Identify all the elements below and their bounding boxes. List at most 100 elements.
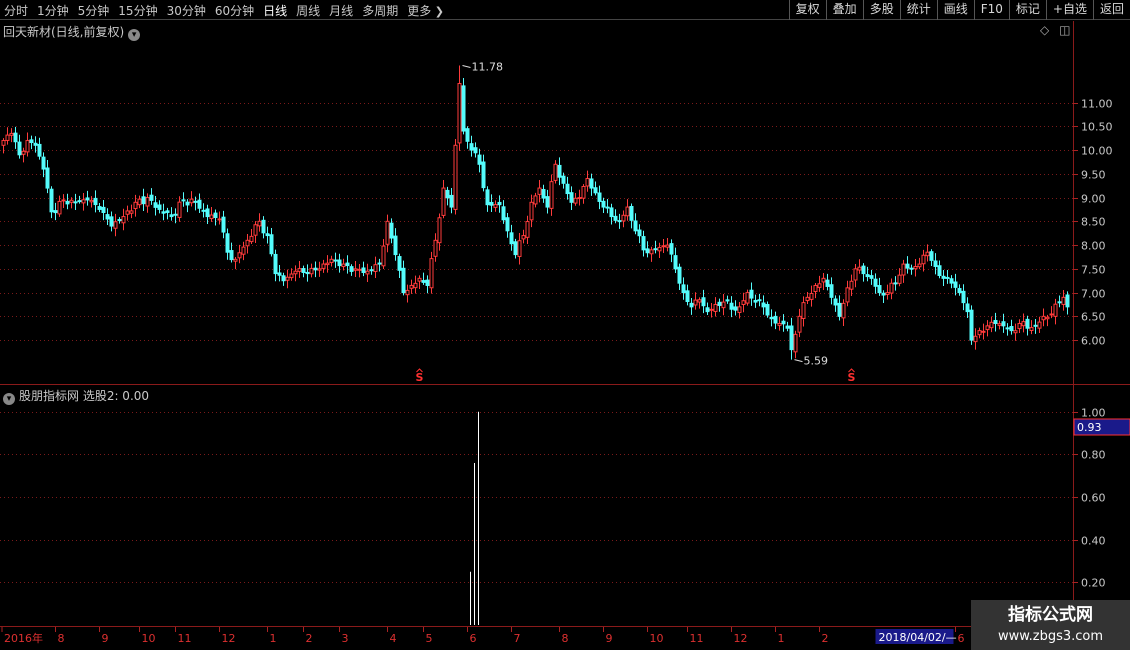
signal-mark: S [416, 371, 424, 384]
window-toggle-icon[interactable]: ◫ [1059, 23, 1070, 37]
mark-button[interactable]: 标记 [1008, 0, 1046, 20]
price-annotation-label: 11.78 [472, 60, 504, 73]
candle-body [977, 330, 982, 336]
overlay-button[interactable]: 叠加 [825, 0, 863, 20]
candle-body [989, 321, 994, 329]
candle-body [513, 241, 518, 256]
candle-body [913, 265, 918, 270]
candle-body [169, 214, 174, 218]
price-axis-label: 11.00 [1081, 98, 1113, 111]
candle-body [721, 301, 726, 309]
chart-area[interactable]: 6.00 6.50 7.00 7.50 8.00 8.50 9.00 9.50 10.00 10.… [0, 21, 1130, 650]
candle-body [677, 266, 682, 284]
candle-body [661, 245, 666, 248]
candle-body [261, 219, 266, 234]
watermark: 指标公式网 www.zbgs3.com [971, 600, 1130, 650]
candle-body [1013, 330, 1018, 334]
f10-button[interactable]: F10 [973, 0, 1009, 20]
more-periods-button[interactable]: 更多 ❯ [407, 2, 444, 19]
time-axis-label: 1 [778, 632, 785, 645]
candle-body [921, 254, 926, 265]
candle-body [57, 200, 62, 215]
add-favorite-button[interactable]: +自选 [1045, 0, 1093, 20]
multi-stock-button[interactable]: 多股 [862, 0, 900, 20]
candle-body [113, 221, 118, 229]
tab-period-60min[interactable]: 60分钟 [215, 2, 254, 19]
time-axis-label: 6 [958, 632, 965, 645]
candle-body [361, 267, 366, 274]
chevron-down-icon[interactable]: ▾ [128, 29, 141, 41]
candle-body [281, 275, 286, 282]
chevron-down-icon[interactable]: ▾ [3, 393, 15, 405]
candle-body [933, 260, 938, 267]
candle-body [897, 274, 902, 284]
indicator-panel-title: ▾ 股朋指标网 选股2: 0.00 [3, 387, 149, 405]
candle-body [257, 220, 262, 227]
candle-body [333, 259, 338, 262]
candle-body [909, 267, 914, 270]
statistics-button[interactable]: 统计 [899, 0, 937, 20]
candle-body [889, 282, 894, 294]
candle-body [401, 267, 406, 294]
tab-period-weekly[interactable]: 周线 [296, 2, 320, 19]
candle-body [121, 216, 126, 224]
candle-body [841, 302, 846, 319]
diamond-icon[interactable]: ◇ [1040, 23, 1049, 37]
candle-body [213, 212, 218, 219]
candle-body [61, 199, 66, 202]
candle-body [21, 150, 26, 155]
tab-period-5min[interactable]: 5分钟 [78, 2, 110, 19]
candle-body [1061, 296, 1066, 305]
candle-body [609, 207, 614, 218]
candle-body [561, 175, 566, 184]
candle-body [449, 194, 454, 208]
candle-body [25, 140, 30, 153]
adjust-rights-button[interactable]: 复权 [788, 0, 826, 20]
candle-body [469, 143, 474, 151]
tab-period-30min[interactable]: 30分钟 [167, 2, 206, 19]
chevron-right-icon: ❯ [431, 4, 444, 18]
more-label: 更多 [407, 3, 432, 18]
tab-period-intraday[interactable]: 分时 [4, 2, 28, 19]
back-button[interactable]: 返回 [1092, 0, 1130, 20]
candle-body [649, 249, 654, 255]
candle-body [793, 333, 798, 353]
candle-body [893, 282, 898, 285]
candle-body [953, 281, 958, 288]
draw-line-button[interactable]: 画线 [936, 0, 974, 20]
time-axis-label: 9 [606, 632, 613, 645]
candle-body [249, 235, 254, 243]
price-axis-label: 9.00 [1081, 193, 1106, 206]
candle-body [569, 192, 574, 203]
watermark-line2: www.zbgs3.com [997, 629, 1104, 644]
time-axis-label: 11 [178, 632, 192, 645]
candle-body [173, 213, 178, 216]
candle-body [1041, 315, 1046, 321]
candle-body [837, 302, 842, 317]
watermark-line1: 指标公式网 [1008, 605, 1093, 625]
candle-body [825, 279, 830, 287]
candle-body [697, 299, 702, 303]
candle-body [701, 297, 706, 307]
candle-body [49, 188, 54, 213]
candle-body [393, 235, 398, 256]
kline-chart[interactable]: 6.006.507.007.508.008.509.009.5010.0010.… [0, 21, 1130, 650]
price-axis-label: 10.00 [1081, 145, 1113, 158]
tab-period-monthly[interactable]: 月线 [329, 2, 353, 19]
candle-body [621, 214, 626, 222]
tab-period-1min[interactable]: 1分钟 [37, 2, 69, 19]
candle-body [189, 198, 194, 204]
candle-body [873, 278, 878, 287]
candle-body [385, 220, 390, 245]
candle-body [705, 307, 710, 313]
candle-body [937, 265, 942, 277]
candle-body [497, 201, 502, 206]
time-axis-label: 1 [270, 632, 277, 645]
candle-body [881, 292, 886, 296]
candle-body [89, 199, 94, 203]
candle-body [729, 302, 734, 310]
candle-body [245, 239, 250, 247]
tab-period-daily[interactable]: 日线 [263, 2, 287, 19]
tab-period-multi[interactable]: 多周期 [362, 2, 398, 19]
tab-period-15min[interactable]: 15分钟 [118, 2, 157, 19]
